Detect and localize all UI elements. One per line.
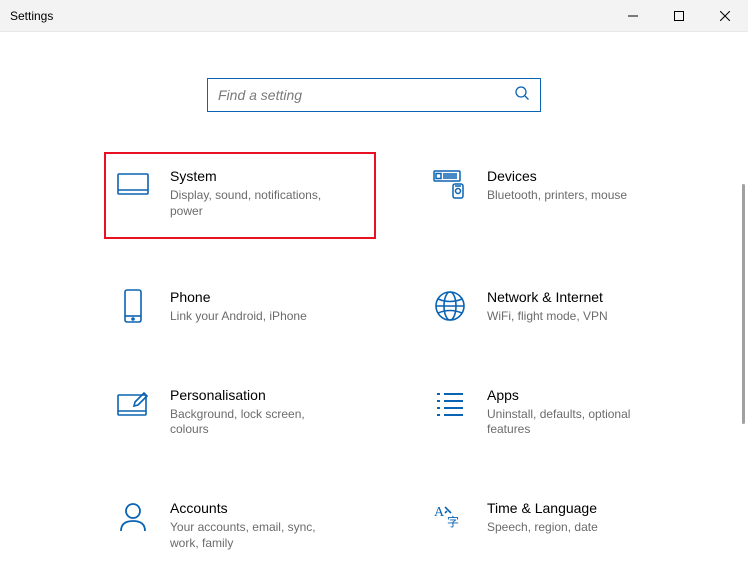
tile-network[interactable]: Network & Internet WiFi, flight mode, VP… [427,283,687,331]
search-input[interactable] [218,87,498,103]
apps-icon [433,387,467,421]
personalisation-icon [116,387,150,421]
search-icon [514,85,530,106]
tile-title: Network & Internet [487,289,608,305]
close-button[interactable] [702,0,748,32]
svg-text:字: 字 [447,514,459,529]
svg-text:A: A [434,505,445,520]
tile-title: Personalisation [170,387,340,403]
maximize-button[interactable] [656,0,702,32]
tile-apps[interactable]: Apps Uninstall, defaults, optional featu… [427,381,687,444]
system-icon [116,168,150,202]
tile-system[interactable]: System Display, sound, notifications, po… [110,158,370,233]
time-language-icon: A字 [433,500,467,534]
window-controls [610,0,748,31]
tile-title: Apps [487,387,657,403]
search-box[interactable] [207,78,541,112]
minimize-icon [628,11,638,21]
tile-desc: Link your Android, iPhone [170,309,307,325]
close-icon [720,11,730,21]
tile-accounts[interactable]: Accounts Your accounts, email, sync, wor… [110,494,370,557]
tile-desc: Bluetooth, printers, mouse [487,188,627,204]
tile-desc: Your accounts, email, sync, work, family [170,520,340,551]
scrollbar[interactable] [742,184,745,424]
tile-desc: Speech, region, date [487,520,598,536]
window-title: Settings [10,9,53,23]
content-area: System Display, sound, notifications, po… [0,32,748,571]
tile-title: Time & Language [487,500,598,516]
minimize-button[interactable] [610,0,656,32]
titlebar: Settings [0,0,748,32]
tile-desc: Background, lock screen, colours [170,407,340,438]
tile-personalisation[interactable]: Personalisation Background, lock screen,… [110,381,370,444]
settings-grid: System Display, sound, notifications, po… [0,142,748,557]
phone-icon [116,289,150,323]
tile-phone[interactable]: Phone Link your Android, iPhone [110,283,370,331]
tile-title: Accounts [170,500,340,516]
tile-title: Devices [487,168,627,184]
search-container [0,32,748,142]
tile-time[interactable]: A字 Time & Language Speech, region, date [427,494,687,557]
network-icon [433,289,467,323]
tile-desc: Display, sound, notifications, power [170,188,340,219]
devices-icon [433,168,467,202]
tile-title: Phone [170,289,307,305]
maximize-icon [674,11,684,21]
tile-desc: Uninstall, defaults, optional features [487,407,657,438]
tile-title: System [170,168,340,184]
tile-devices[interactable]: Devices Bluetooth, printers, mouse [427,162,687,233]
tile-desc: WiFi, flight mode, VPN [487,309,608,325]
accounts-icon [116,500,150,534]
